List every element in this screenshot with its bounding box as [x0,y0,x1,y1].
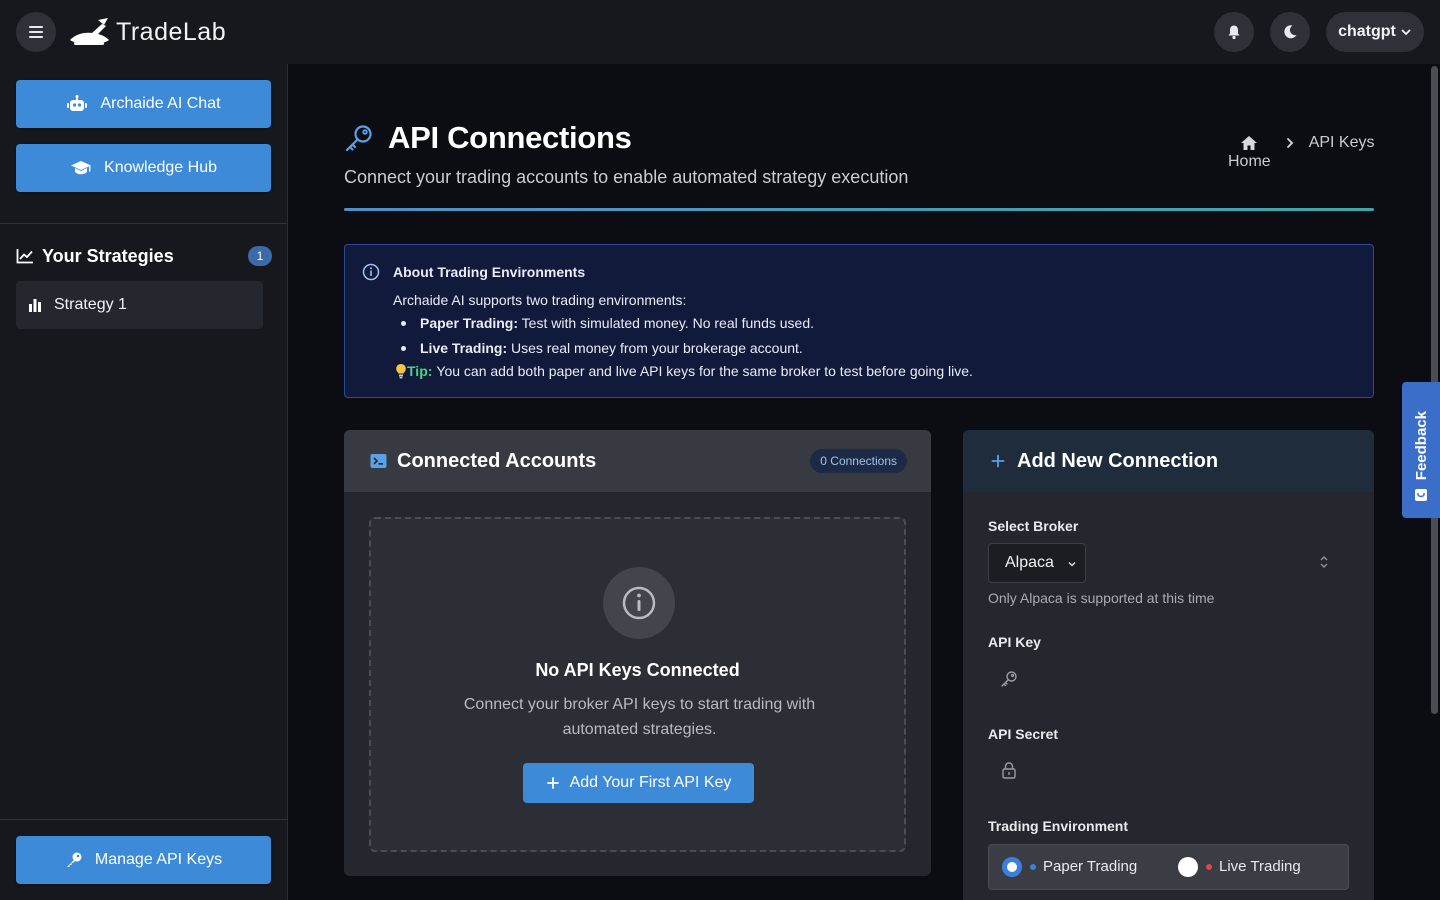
add-connection-title: Add New Connection [1017,449,1219,472]
key-icon [1001,671,1017,687]
chevron-down-icon [1401,29,1411,36]
live-trading-label[interactable]: Live Trading [1219,858,1301,875]
connected-accounts-header: Connected Accounts 0 Connections [344,430,931,492]
sidebar-divider [0,223,288,224]
manage-api-keys-label: Manage API Keys [94,851,223,868]
key-icon [66,852,82,867]
line-chart-icon [16,249,33,264]
manage-api-keys-button[interactable]: Manage API Keys [16,836,271,884]
page-subtitle: Connect your trading accounts to enable … [344,167,909,187]
strategies-count-badge: 1 [248,246,272,266]
info-circle-icon [622,586,656,620]
tip-text: You can add both paper and live API keys… [436,363,973,379]
chat-icon [1415,489,1427,501]
api-secret-label: API Secret [988,726,1059,742]
strategies-header: Your Strategies 1 [16,244,272,268]
page-title: API Connections [388,120,632,155]
alert-intro: Archaide AI supports two trading environ… [393,292,687,308]
logo-icon [70,18,109,45]
feedback-label: Feedback [1412,410,1430,480]
feedback-tab[interactable]: Feedback [1402,382,1440,518]
knowledge-hub-label: Knowledge Hub [104,159,217,176]
terminal-icon [370,454,387,468]
paper-trading-radio[interactable] [1002,857,1022,877]
add-connection-card: Add New Connection Select Broker Alpaca … [963,430,1374,900]
empty-state-title: No API Keys Connected [535,660,740,680]
trading-environment-label: Trading Environment [988,818,1129,834]
strategy-item[interactable]: Strategy 1 [16,281,263,329]
empty-state-description: Connect your broker API keys to start tr… [463,696,816,738]
api-key-input[interactable] [988,659,1348,699]
alert-tip: Tip: You can add both paper and live API… [395,363,973,379]
title-divider [344,208,1374,211]
connected-accounts-title: Connected Accounts [397,449,597,472]
user-menu-button[interactable]: chatgpt [1326,12,1424,52]
plus-icon [991,454,1005,468]
bullet-dot [401,321,406,326]
bell-icon [1228,25,1240,40]
alert-item-paper: Paper Trading: Test with simulated money… [420,315,814,331]
connected-accounts-card: Connected Accounts 0 Connections No API … [344,430,931,876]
info-circle-icon [362,263,380,281]
breadcrumb: Home API Keys [1228,134,1375,171]
chevron-down-icon [1068,561,1076,567]
menu-button[interactable] [16,12,56,52]
paper-trading-label[interactable]: Paper Trading [1043,858,1137,875]
broker-select[interactable]: Alpaca [988,543,1086,583]
top-bar: TradeLab chatgpt [0,0,1440,64]
key-icon [345,125,372,152]
broker-label: Select Broker [988,518,1079,534]
select-updown-icon[interactable] [1319,554,1329,570]
archaide-ai-chat-label: Archaide AI Chat [100,95,221,112]
live-trading-radio[interactable] [1178,857,1198,877]
page-header: API Connections [344,120,632,156]
home-icon [1241,136,1258,150]
lock-icon [1002,762,1016,779]
app-name: TradeLab [116,17,227,46]
alert-item-live: Live Trading: Uses real money from your … [420,340,803,356]
knowledge-hub-button[interactable]: Knowledge Hub [16,144,271,192]
api-secret-input[interactable] [988,751,1348,791]
broker-select-value: Alpaca [1005,554,1054,571]
alert-title: About Trading Environments [393,264,586,280]
graduation-cap-icon [71,161,92,175]
paper-status-dot [1030,864,1036,870]
breadcrumb-home-label: Home [1228,153,1271,170]
sidebar: Archaide AI Chat Knowledge Hub Your Stra… [0,64,288,900]
bar-chart-icon [29,299,41,312]
app-logo[interactable]: TradeLab [68,14,226,50]
strategy-item-label: Strategy 1 [54,296,127,313]
theme-toggle-button[interactable] [1270,12,1310,52]
api-key-label: API Key [988,634,1041,650]
notifications-button[interactable] [1214,12,1254,52]
trading-environment-radio-group: Paper Trading Live Trading [988,844,1349,890]
breadcrumb-current: API Keys [1308,134,1375,151]
plus-icon [546,777,559,789]
strategies-title: Your Strategies [42,245,174,266]
chevron-right-icon [1286,138,1293,148]
hamburger-icon [29,26,43,38]
bullet-dot [401,346,406,351]
user-name: chatgpt [1338,23,1396,40]
trading-environments-alert: About Trading Environments Archaide AI s… [344,244,1374,398]
archaide-ai-chat-button[interactable]: Archaide AI Chat [16,80,271,128]
moon-icon [1284,25,1297,39]
empty-state-icon-wrap [603,567,675,639]
robot-icon [67,95,88,111]
live-status-dot [1206,864,1212,870]
breadcrumb-home[interactable]: Home [1228,135,1271,171]
tip-label: Tip: [407,363,433,379]
broker-help-text: Only Alpaca is supported at this time [988,590,1215,606]
connections-count-badge: 0 Connections [810,449,907,473]
sidebar-divider [0,819,288,820]
add-first-api-key-label: Add Your First API Key [569,774,732,791]
add-first-api-key-button[interactable]: Add Your First API Key [523,763,754,803]
lightbulb-icon [396,364,406,379]
add-connection-header: Add New Connection [963,430,1374,492]
empty-state: No API Keys Connected Connect your broke… [369,517,906,852]
